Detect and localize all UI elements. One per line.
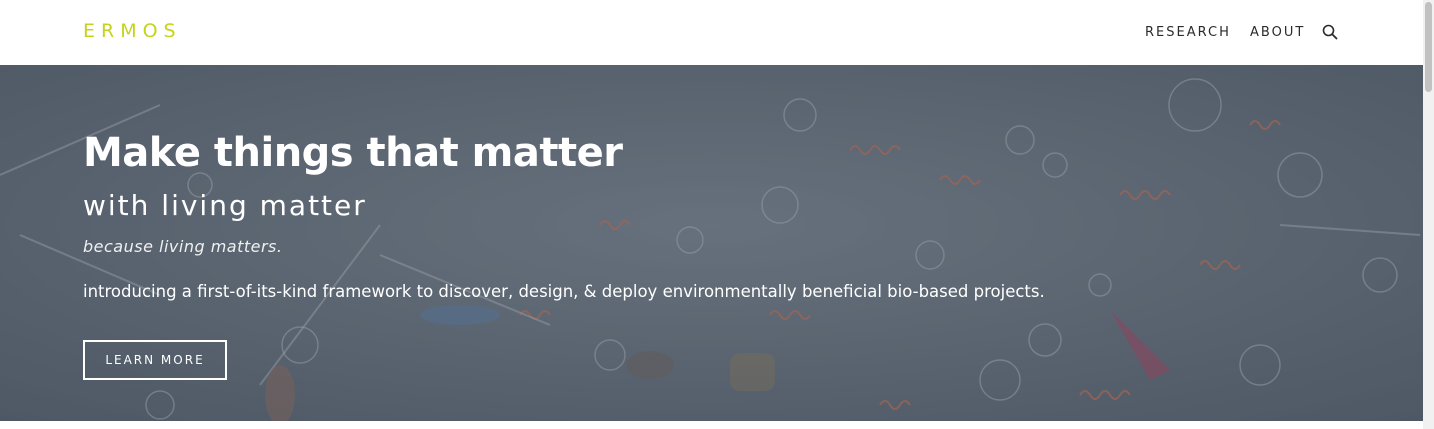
hero-intro-text: introducing a first-of-its-kind framewor… — [83, 282, 1045, 301]
learn-more-button[interactable]: LEARN MORE — [83, 340, 227, 380]
nav-link-about[interactable]: ABOUT — [1250, 25, 1305, 40]
search-icon[interactable] — [1322, 24, 1338, 40]
logo[interactable]: ERMOS — [83, 20, 182, 42]
nav-link-research[interactable]: RESEARCH — [1145, 25, 1231, 40]
page-content-top — [0, 421, 1423, 429]
navbar: ERMOS RESEARCH ABOUT — [0, 0, 1423, 65]
hero-headline: Make things that matter — [83, 130, 623, 176]
hero-section: Make things that matter with living matt… — [0, 65, 1423, 421]
hero-tagline: because living matters. — [83, 237, 283, 256]
hero-subhead: with living matter — [83, 189, 367, 222]
scrollbar-thumb[interactable] — [1425, 2, 1432, 92]
page-scrollbar[interactable] — [1423, 0, 1434, 429]
